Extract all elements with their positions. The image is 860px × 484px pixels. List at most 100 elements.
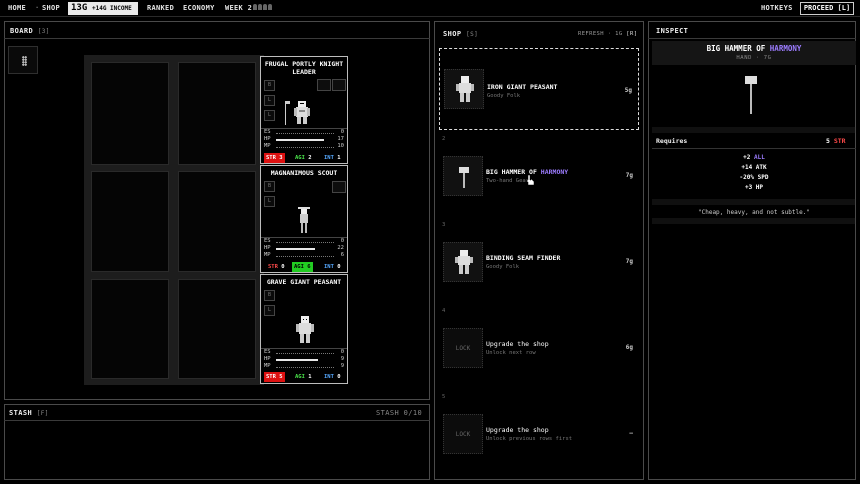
- slot-l[interactable]: L: [264, 110, 275, 121]
- board-menu-button[interactable]: [8, 46, 38, 74]
- refresh-button[interactable]: REFRESH · 1G [R]: [578, 31, 637, 37]
- proceed-button[interactable]: PROCEED [L]: [800, 2, 854, 15]
- mp-row: MP 9: [264, 363, 344, 370]
- hp-bar: [276, 248, 315, 250]
- slot-b[interactable]: B: [264, 290, 275, 301]
- inspect-title: INSPECT: [656, 27, 689, 35]
- row-number: 2: [442, 136, 446, 142]
- board-cell[interactable]: [178, 171, 256, 272]
- int-value: 1: [337, 155, 341, 161]
- hand-cursor-icon: [526, 174, 535, 186]
- stash-panel[interactable]: [4, 404, 430, 480]
- flavor-text: "Cheap, heavy, and not subtle.": [698, 209, 810, 216]
- hp-label: HP: [264, 245, 271, 251]
- item-price: 5g: [624, 87, 632, 94]
- es-value: 0: [340, 238, 344, 244]
- shop-item-locked[interactable]: 5 LOCK Upgrade the shop Unlock previous …: [439, 392, 639, 474]
- equip-slot[interactable]: [317, 79, 331, 91]
- board-cell[interactable]: [91, 171, 169, 272]
- dots-icon: [22, 56, 27, 66]
- mp-value: 6: [340, 252, 344, 258]
- board-cell[interactable]: [178, 62, 256, 165]
- board-cell[interactable]: [91, 62, 169, 165]
- effect-line: +2 ALL: [743, 154, 765, 161]
- agi-label: AGI: [295, 374, 305, 380]
- unit-name: MAGNANIMOUS SCOUT: [270, 169, 338, 177]
- row-number: 5: [442, 394, 446, 400]
- row-number: 3: [442, 222, 446, 228]
- hotkeys-button[interactable]: HOTKEYS: [761, 4, 793, 12]
- slot-b[interactable]: B: [264, 80, 275, 91]
- shop-title: SHOP [S]: [443, 30, 478, 38]
- gold-amount: 13G: [71, 3, 88, 13]
- int-label: INT: [324, 374, 334, 380]
- divider: [652, 127, 856, 133]
- agi-value: 2: [308, 155, 312, 161]
- es-row: ES 0: [264, 129, 344, 136]
- life-icon: [258, 4, 262, 10]
- hp-value: 22: [337, 245, 344, 251]
- unit-portrait: B L: [261, 178, 347, 238]
- hp-bar: [276, 359, 318, 361]
- nav-separator: ·: [35, 4, 40, 12]
- slot-b[interactable]: B: [264, 181, 275, 192]
- es-value: 0: [340, 129, 344, 135]
- hp-label: HP: [264, 136, 271, 142]
- nav-economy[interactable]: ECONOMY: [183, 4, 215, 12]
- board-grid: [84, 55, 264, 385]
- board-cell[interactable]: [178, 279, 256, 379]
- hp-row: HP 17: [264, 136, 344, 143]
- hp-value: 9: [340, 356, 344, 362]
- item-type: Goody Folk: [487, 93, 521, 99]
- stash-capacity: STASH 0/10: [376, 409, 423, 417]
- agi-value: 1: [308, 374, 312, 380]
- unit-card[interactable]: FRUGAL PORTLY KNIGHT LEADER B L L ES 0 H…: [260, 56, 348, 164]
- unit-attributes: STR 3 AGI 2 INT 1: [264, 153, 344, 163]
- effect-line: +14 ATK: [741, 164, 767, 171]
- shop-item-locked[interactable]: 4 LOCK Upgrade the shop Unlock next row …: [439, 306, 639, 388]
- knight-icon: [285, 101, 310, 125]
- nav-home[interactable]: HOME: [8, 4, 26, 12]
- equip-slot[interactable]: [332, 79, 346, 91]
- agi-badge: AGI 6: [292, 262, 313, 272]
- mp-label: MP: [264, 252, 271, 258]
- unit-card[interactable]: GRAVE GIANT PEASANT B L ES 0 HP 9 MP 9 S…: [260, 274, 348, 384]
- row-number: 4: [442, 308, 446, 314]
- es-row: ES 0: [264, 349, 344, 356]
- es-row: ES 0: [264, 238, 344, 245]
- str-badge: STR 5: [264, 372, 285, 382]
- hp-value: 17: [337, 136, 344, 142]
- unit-card[interactable]: MAGNANIMOUS SCOUT B L ES 0 HP 22 MP 6 ST…: [260, 165, 348, 273]
- slot-l[interactable]: L: [264, 95, 275, 106]
- board-cell[interactable]: [91, 279, 169, 379]
- refresh-label: REFRESH · 1G: [578, 31, 623, 37]
- life-icon: [253, 4, 257, 10]
- int-label: INT: [324, 264, 334, 270]
- shop-item[interactable]: 2 BIG HAMMER OF HARMONY Two-hand Gear 7g: [439, 134, 639, 216]
- stash-title-text: STASH: [9, 409, 33, 417]
- equip-slot[interactable]: [332, 181, 346, 193]
- shop-item[interactable]: 3 BINDING SEAM FINDER Goody Folk 7g: [439, 220, 639, 302]
- int-value: 0: [337, 264, 341, 270]
- item-price: 7g: [625, 172, 633, 179]
- divider: [652, 218, 856, 224]
- mp-value: 10: [337, 143, 344, 149]
- effect-line: +3 HP: [744, 184, 764, 191]
- requires-value: 5 STR: [826, 137, 846, 145]
- agi-label: AGI: [295, 155, 305, 161]
- hp-row: HP 22: [264, 245, 344, 252]
- item-type: Two-hand Gear: [486, 178, 530, 184]
- seam-finder-icon: [455, 250, 473, 274]
- nav-shop[interactable]: SHOP: [42, 4, 60, 12]
- gold-badge: 13G +14G INCOME: [68, 2, 138, 15]
- stash-count: [F]: [36, 410, 49, 417]
- shop-item[interactable]: IRON GIANT PEASANT Goody Folk 5g: [439, 48, 639, 130]
- lock-icon: LOCK: [443, 414, 483, 454]
- hammer-icon: [745, 76, 757, 114]
- shop-title-text: SHOP: [443, 30, 462, 38]
- slot-l[interactable]: L: [264, 305, 275, 316]
- lives-icons: [252, 4, 272, 12]
- slot-l[interactable]: L: [264, 196, 275, 207]
- nav-ranked[interactable]: RANKED: [147, 4, 174, 12]
- shop-count: [S]: [466, 31, 479, 38]
